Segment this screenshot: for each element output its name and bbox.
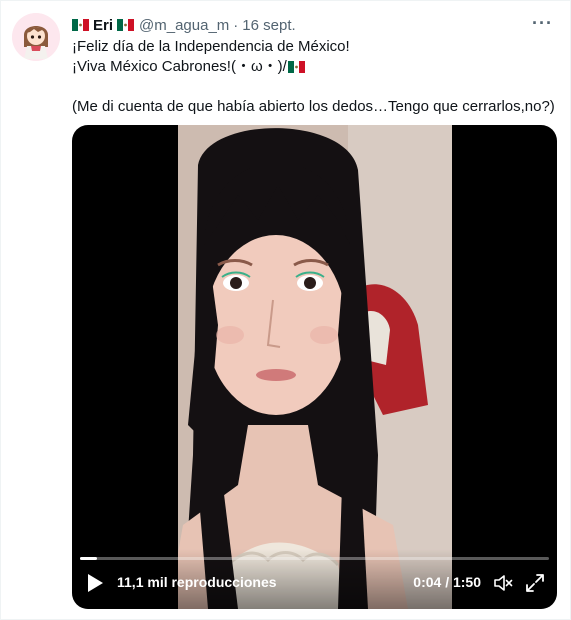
fullscreen-icon — [526, 574, 544, 592]
tweet-text-line-content: ¡Viva México Cabrones!(・ω・)/ — [72, 58, 287, 75]
avatar[interactable] — [12, 13, 60, 61]
play-button[interactable] — [86, 573, 104, 593]
video-thumbnail — [178, 125, 452, 609]
tweet-text-line: ¡Feliz día de la Independencia de México… — [72, 38, 350, 55]
mexico-flag-icon — [72, 19, 89, 31]
mute-icon — [494, 575, 513, 591]
tweet-header: Eri @m_agua_m · 16 sept. — [72, 15, 296, 35]
mexico-flag-icon — [287, 61, 305, 74]
mexico-flag-icon — [117, 19, 135, 31]
more-icon[interactable]: ··· — [532, 13, 552, 33]
video-controls: 11,1 mil reproducciones 0:04 / 1:50 — [72, 549, 557, 609]
user-handle[interactable]: @m_agua_m — [139, 17, 229, 34]
tweet-text-line: ¡Viva México Cabrones!(・ω・)/ — [72, 57, 552, 77]
view-count: 11,1 mil reproducciones — [117, 574, 277, 590]
video-time: 0:04 / 1:50 — [413, 574, 481, 590]
tweet-text-line: (Me di cuenta de que había abierto los d… — [72, 98, 555, 115]
progress-bar[interactable] — [80, 557, 549, 560]
avatar-illustration — [12, 13, 60, 61]
fullscreen-button[interactable] — [525, 573, 545, 593]
mute-button[interactable] — [493, 573, 513, 593]
video-frame[interactable] — [178, 125, 452, 609]
tweet-card[interactable]: Eri @m_agua_m · 16 sept. ··· ¡Feliz día … — [0, 0, 571, 620]
video-player[interactable]: 11,1 mil reproducciones 0:04 / 1:50 — [72, 125, 557, 609]
tweet-date[interactable]: 16 sept. — [242, 17, 295, 34]
separator-dot: · — [233, 16, 239, 34]
tweet-text: ¡Feliz día de la Independencia de México… — [72, 37, 555, 117]
play-icon — [88, 574, 103, 592]
display-name[interactable]: Eri — [93, 17, 113, 34]
progress-fill — [80, 557, 97, 560]
